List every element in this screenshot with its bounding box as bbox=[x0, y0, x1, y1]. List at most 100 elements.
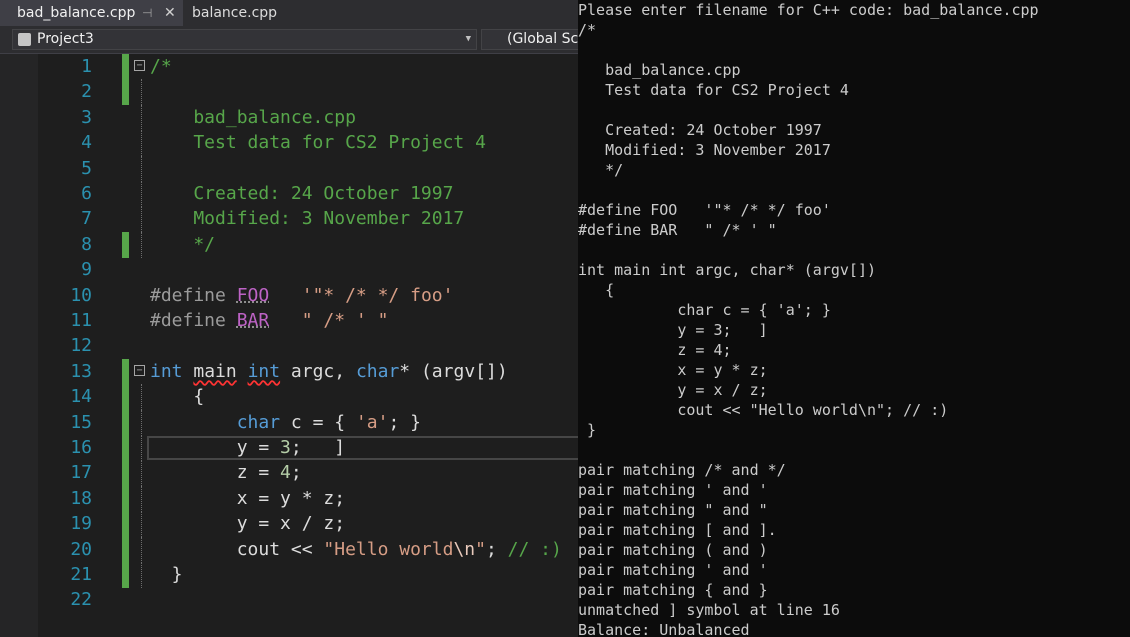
code-line: 12 bbox=[0, 333, 578, 358]
code-line: 6 Created: 24 October 1997 bbox=[0, 181, 578, 207]
change-indicator bbox=[122, 54, 129, 80]
fold-toggle-icon[interactable]: − bbox=[134, 60, 145, 71]
indent-guide bbox=[141, 511, 142, 538]
console-line: cout << "Hello world\n"; // :) bbox=[578, 401, 949, 419]
console-line: z = 4; bbox=[578, 341, 732, 359]
code-line: 16 y = 3; ] bbox=[0, 435, 578, 461]
tab-bad-balance-cpp[interactable]: bad_balance.cpp ⊣ ✕ bbox=[0, 0, 183, 26]
console-line: pair matching ' and ' bbox=[578, 481, 768, 499]
ide-window: bad_balance.cpp ⊣ ✕ balance.cpp Project3… bbox=[0, 0, 578, 637]
console-line: Modified: 3 November 2017 bbox=[578, 141, 831, 159]
code-line: 13 − int main int argc, char* (argv[]) bbox=[0, 358, 578, 385]
string-literal: "Hello world bbox=[323, 538, 454, 560]
preprocessor-directive: #define bbox=[150, 310, 237, 331]
keyword: int bbox=[247, 360, 281, 382]
indent-guide bbox=[141, 460, 142, 487]
console-line: pair matching { and } bbox=[578, 581, 768, 599]
line-number: 16 bbox=[70, 437, 92, 458]
line-number: 6 bbox=[81, 183, 92, 204]
line-number: 2 bbox=[81, 81, 92, 103]
console-line: y = 3; ] bbox=[578, 321, 768, 339]
code-text: */ bbox=[150, 233, 216, 255]
code-line: 22 bbox=[0, 587, 578, 612]
code-text: char c = { 'a'; } bbox=[150, 410, 421, 435]
code-text: z = 4; bbox=[150, 460, 302, 485]
line-number: 15 bbox=[70, 411, 92, 433]
change-indicator bbox=[122, 79, 129, 106]
code-text: bad_balance.cpp bbox=[150, 106, 356, 128]
change-indicator bbox=[122, 358, 129, 385]
line-number: 19 bbox=[70, 513, 92, 535]
project-name: Project3 bbox=[37, 31, 94, 47]
code-line: 21 } bbox=[0, 562, 578, 588]
code-text: { bbox=[150, 386, 205, 408]
code-line: 17 z = 4; bbox=[0, 460, 578, 487]
console-line: Balance: Unbalanced bbox=[578, 621, 750, 637]
indent-guide bbox=[141, 130, 142, 157]
line-number: 9 bbox=[81, 259, 92, 281]
fold-toggle-icon[interactable]: − bbox=[134, 364, 145, 376]
console-line: char c = { 'a'; } bbox=[578, 301, 831, 319]
number-literal: 4 bbox=[280, 462, 291, 484]
code-fragment: argc, bbox=[280, 360, 356, 382]
code-editor[interactable]: 1 − /* 2 3 bad_balance.cpp 4 Test data f… bbox=[0, 54, 578, 637]
line-number: 12 bbox=[70, 335, 92, 357]
keyword: char bbox=[355, 360, 400, 382]
code-fragment: z = bbox=[150, 462, 281, 484]
line-number: 13 bbox=[70, 360, 92, 382]
line-number: 5 bbox=[81, 157, 92, 179]
indent-guide bbox=[141, 206, 142, 233]
console-line: /* bbox=[578, 21, 597, 39]
console-line: unmatched ] symbol at line 16 bbox=[578, 601, 840, 619]
indent-guide bbox=[141, 231, 142, 258]
scope-dropdown[interactable]: (Global Scope) bbox=[481, 29, 578, 50]
project-dropdown[interactable]: Project3 ▼ bbox=[12, 29, 477, 50]
console-line: Please enter filename for C++ code: bad_… bbox=[578, 1, 1039, 19]
change-indicator bbox=[122, 562, 129, 588]
code-line: 10 #define FOO '"* /* */ foo' bbox=[0, 283, 578, 308]
code-line: 18 x = y * z; bbox=[0, 485, 578, 512]
line-number: 3 bbox=[81, 106, 92, 128]
line-number: 8 bbox=[81, 233, 92, 255]
preprocessor-directive: #define bbox=[150, 284, 237, 306]
tab-label: balance.cpp bbox=[192, 5, 278, 21]
code-fragment: ; bbox=[290, 462, 302, 484]
pin-icon[interactable]: ⊣ bbox=[142, 0, 152, 26]
console-line: Created: 24 October 1997 bbox=[578, 121, 822, 139]
console-line: x = y * z; bbox=[578, 361, 768, 379]
line-number: 20 bbox=[70, 538, 92, 560]
comment: // :) bbox=[507, 538, 562, 560]
change-indicator bbox=[122, 485, 129, 512]
line-number: 1 bbox=[81, 56, 92, 77]
console-line: int main int argc, char* (argv[]) bbox=[578, 261, 877, 279]
code-fragment: ; ] bbox=[290, 437, 346, 458]
editor-tab-bar: bad_balance.cpp ⊣ ✕ balance.cpp bbox=[0, 0, 578, 26]
code-fragment: c = { bbox=[280, 411, 356, 433]
console-line: y = x / z; bbox=[578, 381, 768, 399]
console-line: } bbox=[578, 421, 597, 439]
navigation-bar: Project3 ▼ (Global Scope) bbox=[0, 26, 578, 54]
chevron-down-icon[interactable]: ▼ bbox=[466, 30, 471, 49]
tab-balance-cpp[interactable]: balance.cpp bbox=[183, 0, 277, 26]
code-line: 4 Test data for CS2 Project 4 bbox=[0, 130, 578, 157]
line-number: 22 bbox=[70, 589, 92, 611]
change-indicator bbox=[122, 231, 129, 258]
console-window[interactable]: Please enter filename for C++ code: bad_… bbox=[578, 0, 1130, 637]
change-indicator bbox=[122, 384, 129, 411]
console-line: pair matching [ and ]. bbox=[578, 521, 777, 539]
code-line: 8 */ bbox=[0, 231, 578, 258]
code-text: } bbox=[150, 564, 183, 585]
code-text: x = y * z; bbox=[150, 487, 346, 509]
string-literal: " bbox=[475, 538, 486, 560]
code-text: y = x / z; bbox=[150, 513, 346, 535]
code-text: Created: 24 October 1997 bbox=[150, 183, 454, 204]
code-text: cout << "Hello world\n"; // :) bbox=[150, 537, 562, 562]
console-line: #define FOO '"* /* */ foo' bbox=[578, 201, 831, 219]
console-line: pair matching ' and ' bbox=[578, 561, 768, 579]
close-icon[interactable]: ✕ bbox=[164, 0, 176, 26]
indent-guide bbox=[141, 562, 142, 588]
